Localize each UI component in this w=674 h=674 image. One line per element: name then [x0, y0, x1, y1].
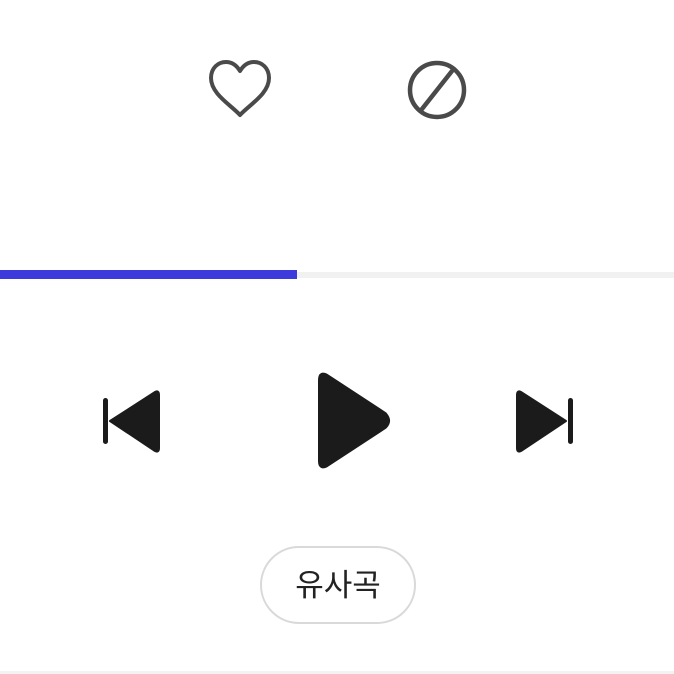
progress-bar[interactable] [0, 270, 674, 279]
heart-outline-icon [209, 60, 271, 117]
block-button[interactable] [404, 57, 470, 123]
block-icon [407, 60, 467, 120]
play-icon [318, 372, 390, 469]
similar-songs-button[interactable]: 유사곡 [260, 546, 416, 624]
like-button[interactable] [205, 56, 275, 120]
previous-track-button[interactable] [100, 388, 162, 458]
progress-fill [0, 270, 297, 279]
skip-next-icon [516, 390, 573, 453]
next-track-button[interactable] [514, 388, 576, 458]
skip-previous-icon [103, 390, 160, 453]
play-button[interactable] [308, 370, 394, 472]
